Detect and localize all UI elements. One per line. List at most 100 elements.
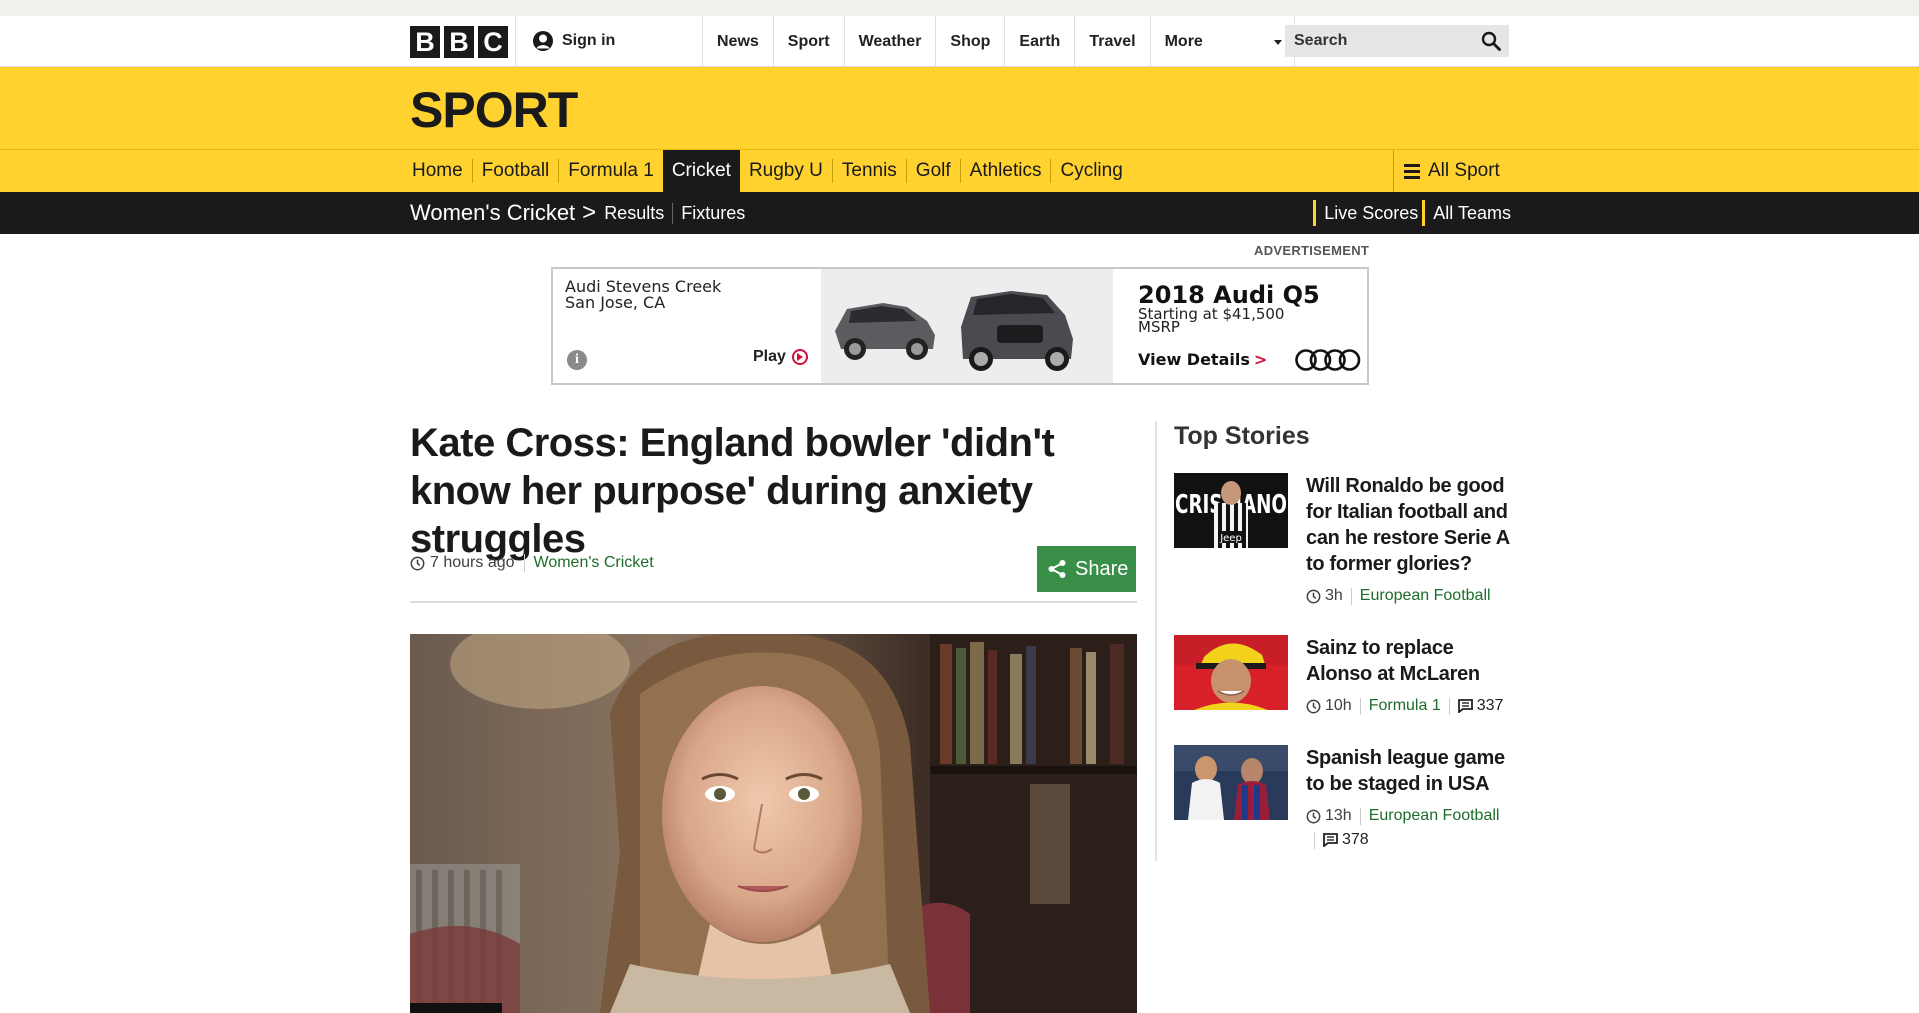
- sport-nav-athletics[interactable]: Athletics: [959, 159, 1051, 183]
- meta-divider: [1314, 831, 1315, 849]
- bbc-logo[interactable]: B B C: [410, 26, 508, 58]
- comment-count-value: 378: [1342, 831, 1369, 848]
- football-thumbnail: [1174, 745, 1288, 820]
- sport-nav-tennis[interactable]: Tennis: [831, 159, 906, 183]
- comment-count[interactable]: 378: [1323, 831, 1369, 849]
- person-icon: [533, 31, 553, 51]
- browser-top-strip: [0, 0, 1919, 16]
- search-placeholder: Search: [1294, 32, 1348, 49]
- play-icon: [791, 349, 808, 365]
- share-icon: [1048, 560, 1066, 578]
- nav-link-weather[interactable]: Weather: [843, 16, 936, 67]
- story-meta: 10h Formula 1 337: [1306, 697, 1516, 715]
- story-title[interactable]: Will Ronaldo be good for Italian footbal…: [1306, 473, 1516, 577]
- story-section-link[interactable]: European Football: [1369, 807, 1500, 825]
- top-stories-heading: Top Stories: [1174, 422, 1310, 450]
- breadcrumb-separator: >: [582, 199, 597, 226]
- sport-nav-home[interactable]: Home: [410, 159, 472, 183]
- meta-divider-line: [410, 601, 1137, 603]
- meta-divider: [1359, 697, 1361, 715]
- all-sport-label: All Sport: [1428, 160, 1500, 181]
- search-input[interactable]: Search: [1285, 25, 1509, 57]
- share-button[interactable]: Share: [1037, 546, 1136, 592]
- clock-icon: [410, 556, 425, 570]
- chevron-down-icon: [1273, 40, 1282, 45]
- story-thumbnail[interactable]: [1174, 635, 1288, 710]
- nav-link-earth[interactable]: Earth: [1004, 16, 1074, 67]
- story-time: 13h: [1325, 807, 1352, 824]
- story-title[interactable]: Spanish league game to be staged in USA: [1306, 745, 1516, 797]
- bbc-logo-letter: B: [410, 26, 440, 58]
- sport-nav-formula-1[interactable]: Formula 1: [558, 159, 663, 183]
- live-scores-link[interactable]: Live Scores: [1313, 200, 1418, 226]
- ad-cta-label: View Details: [1138, 350, 1250, 369]
- top-story-item[interactable]: Sainz to replace Alonso at McLaren 10h F…: [1174, 635, 1514, 735]
- breadcrumb: Women's Cricket > Results Fixtures: [410, 192, 753, 234]
- nav-link-travel[interactable]: Travel: [1074, 16, 1149, 67]
- sign-in-link[interactable]: Sign in: [532, 30, 615, 52]
- sub-nav-results[interactable]: Results: [604, 203, 672, 224]
- ronaldo-thumbnail: CRISTIANO Jeep: [1174, 473, 1288, 548]
- ad-dealer: Audi Stevens Creek San Jose, CA: [565, 279, 721, 311]
- nav-link-shop[interactable]: Shop: [935, 16, 1004, 67]
- sub-nav-right: Live Scores All Teams: [1309, 192, 1511, 234]
- breadcrumb-section[interactable]: Women's Cricket: [410, 200, 575, 226]
- sport-nav: Home Football Formula 1 Cricket Rugby U …: [0, 149, 1919, 192]
- story-meta: 13h European Football 378: [1306, 807, 1516, 849]
- sidebar-divider: [1155, 421, 1157, 861]
- clock-icon: [1306, 809, 1321, 823]
- car-image-icon: [821, 269, 1113, 383]
- article-section-link[interactable]: Women's Cricket: [534, 554, 654, 572]
- info-icon[interactable]: i: [567, 350, 587, 370]
- meta-divider: [1359, 807, 1361, 825]
- article-headline: Kate Cross: England bowler 'didn't know …: [410, 421, 1055, 561]
- all-sport-button[interactable]: All Sport: [1393, 150, 1511, 192]
- ad-play-button[interactable]: Play: [753, 348, 808, 366]
- story-section-link[interactable]: European Football: [1360, 587, 1491, 605]
- advertisement-label: ADVERTISEMENT: [1254, 243, 1370, 258]
- audi-rings-logo: [1295, 349, 1361, 371]
- nav-link-news[interactable]: News: [702, 16, 773, 67]
- share-label: Share: [1075, 557, 1129, 580]
- hamburger-icon: [1404, 163, 1420, 179]
- top-story-item[interactable]: CRISTIANO Jeep Will Ronaldo be good for …: [1174, 473, 1514, 623]
- ad-dealer-location: San Jose, CA: [565, 293, 666, 312]
- clock-icon: [1306, 589, 1321, 603]
- section-sub-nav: Women's Cricket > Results Fixtures Live …: [0, 192, 1919, 234]
- advertisement-banner[interactable]: Audi Stevens Creek San Jose, CA i Play 2…: [551, 267, 1369, 385]
- sport-title[interactable]: SPORT: [410, 81, 578, 139]
- bbc-global-nav: B B C Sign in News Sport Weather Shop Ea…: [0, 16, 1919, 67]
- search-icon[interactable]: [1481, 31, 1501, 51]
- comment-count[interactable]: 337: [1457, 697, 1504, 715]
- sport-nav-cycling[interactable]: Cycling: [1050, 159, 1131, 183]
- top-story-item[interactable]: Spanish league game to be staged in USA …: [1174, 745, 1514, 855]
- sport-nav-rugby-union[interactable]: Rugby U: [740, 159, 832, 183]
- global-nav-links: News Sport Weather Shop Earth Travel Mor…: [702, 16, 1295, 67]
- story-title[interactable]: Sainz to replace Alonso at McLaren: [1306, 635, 1516, 687]
- story-thumbnail[interactable]: CRISTIANO Jeep: [1174, 473, 1288, 548]
- meta-divider: [1448, 697, 1450, 715]
- story-thumbnail[interactable]: [1174, 745, 1288, 820]
- article-photo: [410, 634, 1137, 1013]
- ad-view-details-link[interactable]: View Details >: [1138, 350, 1267, 369]
- sport-header: SPORT: [0, 67, 1919, 149]
- all-teams-link[interactable]: All Teams: [1422, 200, 1511, 226]
- nav-more-dropdown[interactable]: More: [1149, 16, 1295, 67]
- nav-link-sport[interactable]: Sport: [772, 16, 844, 67]
- thumbnail-sponsor: Jeep: [1219, 533, 1242, 544]
- sign-in-label: Sign in: [562, 32, 616, 49]
- story-section-link[interactable]: Formula 1: [1369, 697, 1441, 715]
- story-meta: 3h European Football: [1306, 587, 1516, 605]
- meta-divider: [1350, 587, 1352, 605]
- comment-icon: [1323, 833, 1338, 847]
- bbc-logo-letter: C: [478, 26, 508, 58]
- comment-count-value: 337: [1476, 697, 1504, 714]
- ad-car-image: [821, 269, 1113, 383]
- sport-nav-football[interactable]: Football: [471, 159, 559, 183]
- ad-cta-arrow: >: [1253, 350, 1268, 369]
- nav-more-label: More: [1164, 33, 1203, 50]
- article-time: 7 hours ago: [430, 554, 515, 571]
- sport-nav-cricket[interactable]: Cricket: [662, 150, 740, 192]
- sport-nav-golf[interactable]: Golf: [905, 159, 960, 183]
- sub-nav-fixtures[interactable]: Fixtures: [672, 202, 753, 224]
